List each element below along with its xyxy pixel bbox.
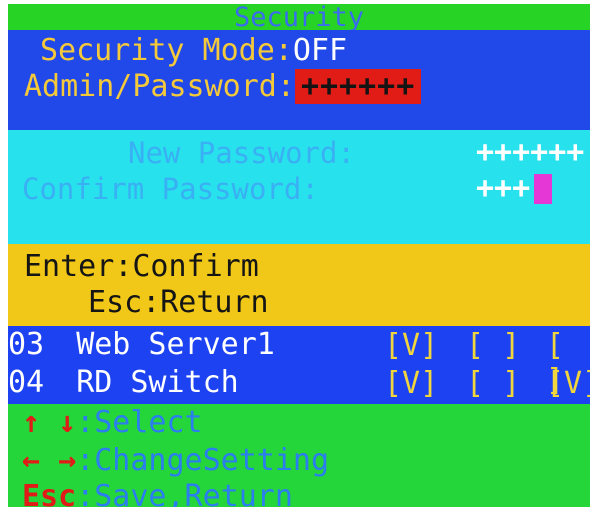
server-name: Web Server1 [76, 327, 275, 362]
left-right-arrow-icon: ← → [22, 443, 77, 478]
title-bar: Security [8, 4, 590, 33]
help-save-text: Save,Return [94, 479, 293, 508]
enter-key: Enter [24, 249, 115, 284]
security-settings-panel: Security Mode:OFF Admin/Password: ++++++ [8, 30, 590, 130]
esc-key-label: Esc [22, 479, 77, 508]
new-password-field[interactable]: ++++++ [476, 136, 584, 170]
security-mode-label: Security Mode: [40, 33, 293, 68]
security-osd-menu: Security Security Mode:OFF Admin/Passwor… [8, 4, 590, 507]
help-select-text: Select [94, 405, 203, 440]
checkbox[interactable]: [ ] [466, 366, 520, 401]
server-list: 03 Web Server1 [V] [ ] [ ] 04 RD Switch … [8, 326, 590, 404]
admin-password-field[interactable]: ++++++ [294, 69, 422, 104]
server-number: 03 [8, 327, 45, 362]
esc-key: Esc [88, 285, 143, 320]
checkbox[interactable]: [V] [384, 366, 438, 401]
control-enter[interactable]: Enter:Confirm [24, 250, 259, 284]
server-number: 04 [8, 365, 45, 400]
dialog-controls-panel: Enter:Confirm Esc:Return [8, 244, 590, 326]
return-action: Return [160, 285, 269, 320]
text-cursor [534, 174, 552, 204]
checkbox[interactable]: [V] [546, 366, 590, 401]
up-down-arrow-icon: ↑ ↓ [22, 405, 77, 440]
help-save-return: Esc:Save,Return [22, 479, 293, 508]
password-dialog: New Password: ++++++ Confirm Password: +… [8, 130, 590, 244]
control-esc[interactable]: Esc:Return [88, 286, 269, 320]
help-select: ↑ ↓:Select [22, 405, 203, 440]
server-name: RD Switch [76, 365, 239, 400]
help-change-text: ChangeSetting [94, 443, 330, 478]
checkbox[interactable]: [ ] [466, 328, 520, 363]
footer-help: ↑ ↓:Select ← →:ChangeSetting Esc:Save,Re… [8, 404, 590, 507]
admin-password-label: Admin/Password: [24, 69, 295, 104]
menu-title: Security [233, 4, 365, 33]
security-mode-value[interactable]: OFF [293, 33, 347, 68]
checkbox[interactable]: [V] [384, 328, 438, 363]
confirm-action: Confirm [132, 249, 259, 284]
admin-password-row[interactable]: Admin/Password: ++++++ [24, 69, 422, 104]
confirm-password-label: Confirm Password: [22, 172, 319, 206]
security-mode-row[interactable]: Security Mode:OFF [40, 34, 347, 68]
help-change-setting: ← →:ChangeSetting [22, 443, 330, 478]
confirm-password-field[interactable]: +++ [476, 172, 530, 206]
new-password-label: New Password: [128, 136, 355, 170]
